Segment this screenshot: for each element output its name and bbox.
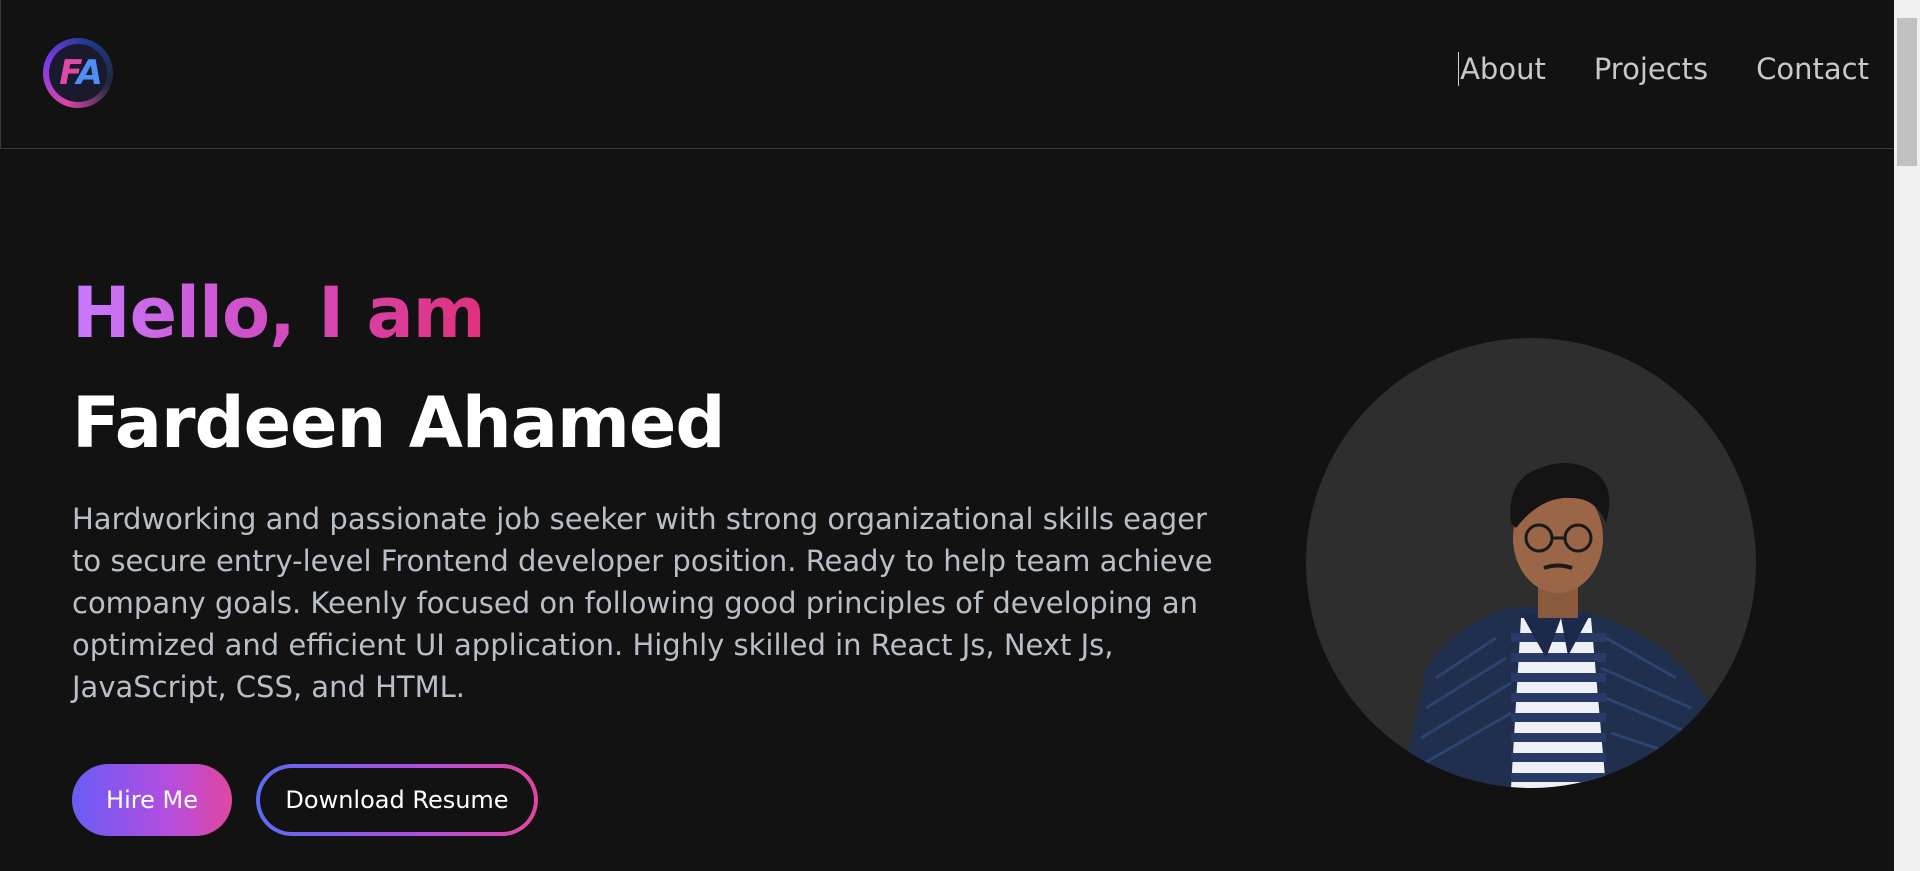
logo-monogram-icon: FA <box>49 44 107 102</box>
hero-name: Fardeen Ahamed <box>72 382 726 464</box>
portfolio-page: FA About Projects Contact Hello, I am Fa… <box>0 0 1920 871</box>
nav-link-about[interactable]: About <box>1458 52 1546 86</box>
profile-photo <box>1306 338 1756 788</box>
download-resume-button[interactable]: Download Resume <box>256 764 538 836</box>
page-scrollbar[interactable] <box>1894 0 1920 871</box>
hire-me-button[interactable]: Hire Me <box>72 764 232 836</box>
nav-link-contact[interactable]: Contact <box>1756 52 1869 86</box>
logo[interactable]: FA <box>43 38 113 108</box>
nav-link-projects[interactable]: Projects <box>1594 52 1708 86</box>
hero-bio: Hardworking and passionate job seeker wi… <box>72 502 1213 704</box>
scrollbar-thumb[interactable] <box>1897 18 1917 166</box>
person-portrait-icon <box>1401 463 1756 788</box>
download-resume-label: Download Resume <box>260 768 534 832</box>
site-header: FA About Projects Contact <box>0 0 1894 149</box>
main-nav: About Projects Contact <box>1458 52 1869 86</box>
hero-greeting: Hello, I am <box>72 272 486 354</box>
